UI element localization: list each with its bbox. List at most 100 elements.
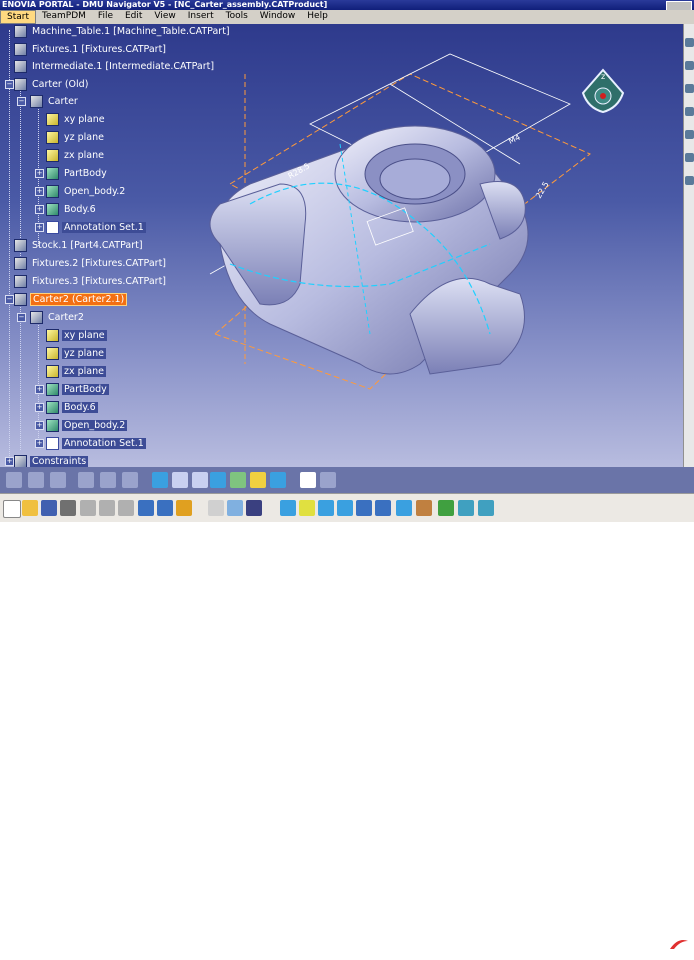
view-mode-icon[interactable]	[416, 500, 432, 516]
zoom-icon[interactable]	[210, 472, 226, 488]
pan-icon[interactable]	[318, 500, 334, 516]
expand-toggle[interactable]: +	[35, 169, 44, 178]
carter-3d-model[interactable]: R28.5 M4 22.5	[190, 34, 610, 394]
collapse-toggle[interactable]: −	[17, 97, 26, 106]
tree-node[interactable]: Fixtures.2 [Fixtures.CATPart]	[14, 256, 168, 270]
3d-viewport[interactable]: R28.5 M4 22.5 Machine_Table.1 [Machine_T…	[0, 24, 683, 467]
tree-node[interactable]: Fixtures.3 [Fixtures.CATPart]	[14, 274, 168, 288]
menu-start[interactable]: Start	[0, 10, 36, 24]
product-icon	[14, 256, 27, 270]
tree-node[interactable]: Machine_Table.1 [Machine_Table.CATPart]	[14, 24, 232, 38]
expand-toggle[interactable]: +	[35, 439, 44, 448]
new-icon[interactable]	[3, 500, 21, 518]
tree-label: xy plane	[62, 329, 107, 341]
menu-view[interactable]: View	[148, 10, 181, 24]
tree-node[interactable]: Annotation Set.1	[46, 436, 146, 450]
zoom-in-icon[interactable]	[356, 500, 372, 516]
tree-node[interactable]: Body.6	[46, 202, 98, 216]
undo-icon[interactable]	[138, 500, 154, 516]
fly-icon[interactable]	[280, 500, 296, 516]
formula-icon[interactable]	[208, 500, 224, 516]
print-icon[interactable]	[60, 500, 76, 516]
save-icon[interactable]	[41, 500, 57, 516]
expand-toggle[interactable]: +	[35, 205, 44, 214]
tree-node[interactable]: yz plane	[46, 346, 106, 360]
window-controls[interactable]	[666, 1, 692, 10]
tree-node[interactable]: Open_body.2	[46, 418, 128, 432]
collapse-toggle[interactable]: −	[5, 80, 14, 89]
open-icon[interactable]	[22, 500, 38, 516]
tool-icon[interactable]	[230, 472, 246, 488]
expand-toggle[interactable]: +	[35, 187, 44, 196]
tree-label: zx plane	[62, 365, 106, 377]
zoom-out-icon[interactable]	[375, 500, 391, 516]
toolbar-icon[interactable]	[685, 153, 694, 162]
tree-node[interactable]: PartBody	[46, 166, 109, 180]
tree-node[interactable]: Fixtures.1 [Fixtures.CATPart]	[14, 42, 168, 56]
toolbar-icon[interactable]	[685, 61, 694, 70]
manipulation-icon[interactable]	[6, 472, 22, 488]
expand-toggle[interactable]: +	[35, 421, 44, 430]
menu-insert[interactable]: Insert	[182, 10, 220, 24]
render-icon[interactable]	[438, 500, 454, 516]
view-icon[interactable]	[192, 472, 208, 488]
expand-toggle[interactable]: +	[5, 457, 14, 466]
normal-view-icon[interactable]	[396, 500, 412, 516]
tool-icon[interactable]	[78, 472, 94, 488]
tree-node[interactable]: Intermediate.1 [Intermediate.CATPart]	[14, 59, 216, 73]
toolbar-icon[interactable]	[685, 107, 694, 116]
tree-node[interactable]: Open_body.2	[46, 184, 127, 198]
tree-node[interactable]: Constraints	[14, 454, 89, 467]
expand-toggle[interactable]: +	[35, 403, 44, 412]
cut-icon[interactable]	[80, 500, 96, 516]
menu-tools[interactable]: Tools	[220, 10, 254, 24]
whats-this-icon[interactable]	[176, 500, 192, 516]
tool-icon[interactable]	[250, 472, 266, 488]
toolbar-icon[interactable]	[685, 84, 694, 93]
tool-icon[interactable]	[122, 472, 138, 488]
menu-help[interactable]: Help	[301, 10, 334, 24]
swap-visible-icon[interactable]	[478, 500, 494, 516]
tool-icon[interactable]	[50, 472, 66, 488]
toolbar-icon[interactable]	[685, 38, 694, 47]
fit-all-icon[interactable]	[299, 500, 315, 516]
tree-node[interactable]: zx plane	[46, 148, 106, 162]
tree-node[interactable]: zx plane	[46, 364, 106, 378]
compass-icon[interactable]: z	[578, 68, 628, 116]
tree-node[interactable]: Stock.1 [Part4.CATPart]	[14, 238, 145, 252]
menu-window[interactable]: Window	[254, 10, 302, 24]
hide-show-icon[interactable]	[458, 500, 474, 516]
tree-node[interactable]: Body.6	[46, 400, 98, 414]
tool-icon[interactable]	[300, 472, 316, 488]
tree-node[interactable]: Annotation Set.1	[46, 220, 146, 234]
tool-icon[interactable]	[100, 472, 116, 488]
tree-node[interactable]: xy plane	[46, 328, 107, 342]
tool-icon[interactable]	[246, 500, 262, 516]
tree-node[interactable]: PartBody	[46, 382, 109, 396]
view-icon[interactable]	[172, 472, 188, 488]
tree-node[interactable]: Carter	[30, 94, 80, 108]
expand-toggle[interactable]: +	[35, 385, 44, 394]
collapse-toggle[interactable]: −	[5, 295, 14, 304]
tool-icon[interactable]	[227, 500, 243, 516]
tool-icon[interactable]	[320, 472, 336, 488]
rotate-icon[interactable]	[337, 500, 353, 516]
toolbar-icon[interactable]	[685, 176, 694, 185]
menu-teampdm[interactable]: TeamPDM	[36, 10, 92, 24]
collapse-toggle[interactable]: −	[17, 313, 26, 322]
redo-icon[interactable]	[157, 500, 173, 516]
view-icon[interactable]	[152, 472, 168, 488]
tree-node-selected[interactable]: Carter2 (Carter2.1)	[14, 292, 128, 306]
expand-toggle[interactable]: +	[35, 223, 44, 232]
copy-icon[interactable]	[99, 500, 115, 516]
menu-file[interactable]: File	[92, 10, 119, 24]
tree-node[interactable]: Carter2	[30, 310, 86, 324]
toolbar-icon[interactable]	[685, 130, 694, 139]
tree-node[interactable]: yz plane	[46, 130, 106, 144]
paste-icon[interactable]	[118, 500, 134, 516]
tool-icon[interactable]	[270, 472, 286, 488]
menu-edit[interactable]: Edit	[119, 10, 148, 24]
tree-node[interactable]: xy plane	[46, 112, 107, 126]
tool-icon[interactable]	[28, 472, 44, 488]
tree-node[interactable]: Carter (Old)	[14, 77, 90, 91]
